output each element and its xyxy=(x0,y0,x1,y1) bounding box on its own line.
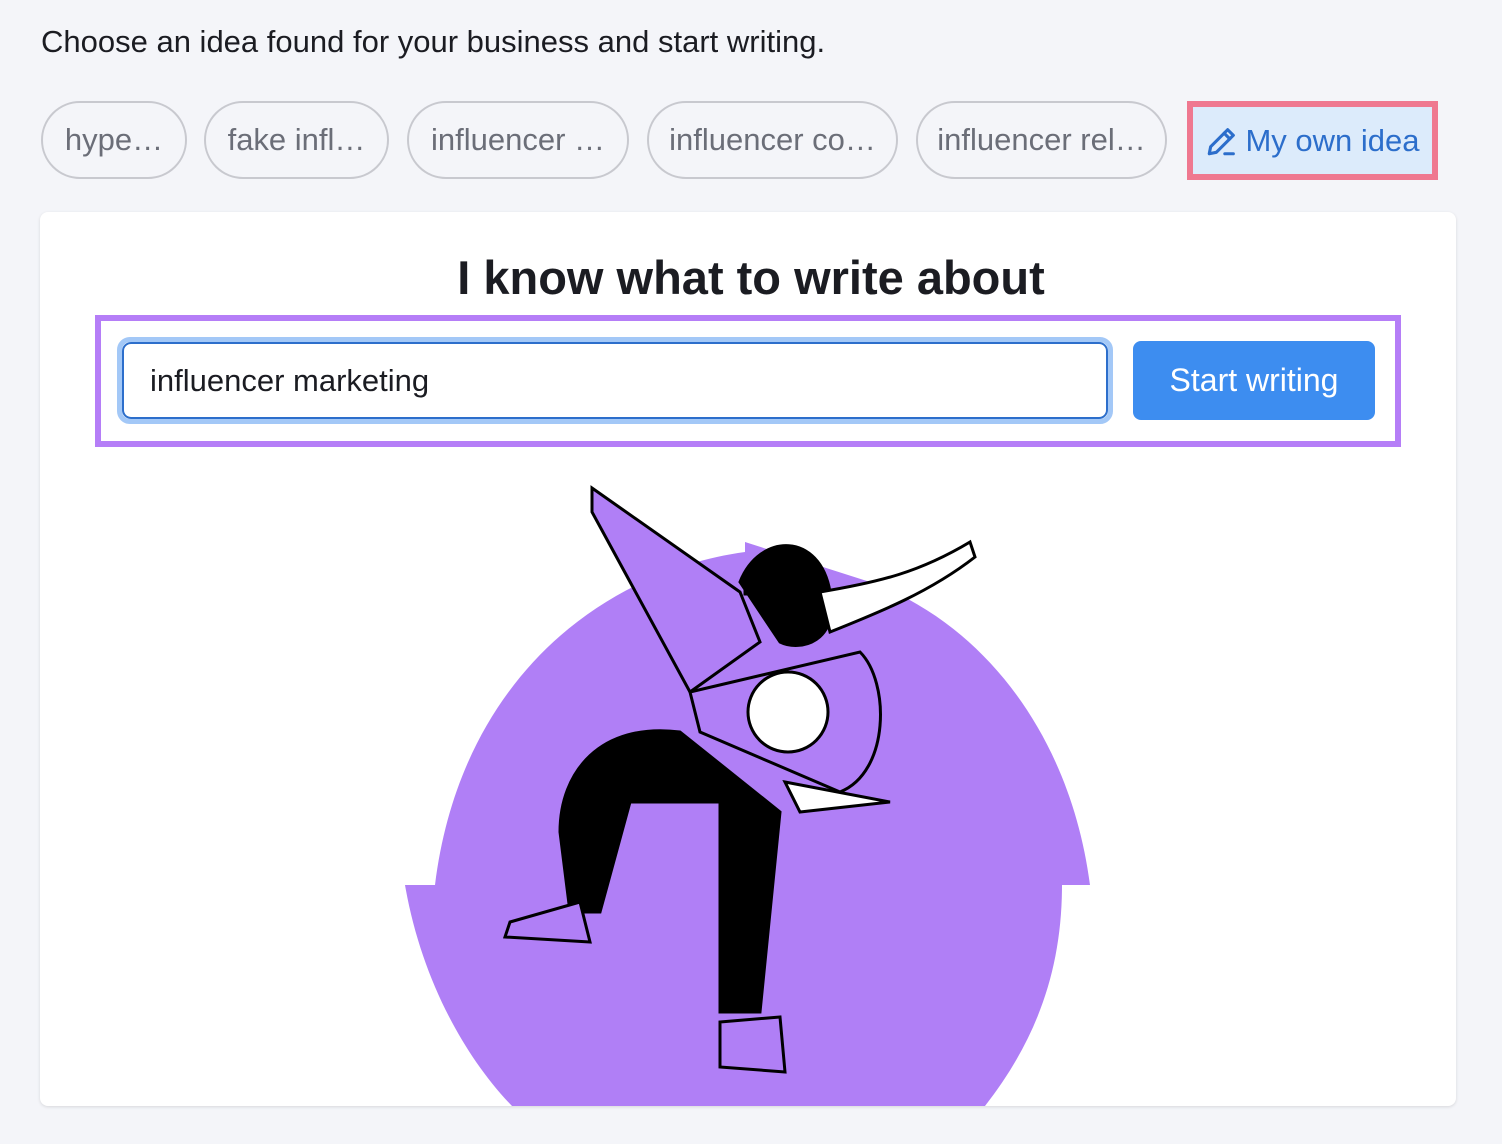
topic-input-wrapper xyxy=(117,337,1113,424)
start-writing-button[interactable]: Start writing xyxy=(1133,341,1375,420)
my-own-idea-button[interactable]: My own idea xyxy=(1187,101,1438,180)
intro-text: Choose an idea found for your business a… xyxy=(41,24,826,59)
idea-chip[interactable]: influencer co… xyxy=(647,101,898,179)
idea-chip[interactable]: influencer rel… xyxy=(916,101,1167,179)
idea-chip[interactable]: fake infl… xyxy=(204,101,389,179)
idea-chip[interactable]: hype… xyxy=(41,101,187,179)
my-own-idea-label: My own idea xyxy=(1245,122,1420,158)
pencil-icon xyxy=(1208,127,1236,155)
page-title: I know what to write about xyxy=(457,251,1045,304)
idea-chip[interactable]: influencer … xyxy=(407,101,629,179)
topic-input[interactable] xyxy=(122,342,1108,419)
